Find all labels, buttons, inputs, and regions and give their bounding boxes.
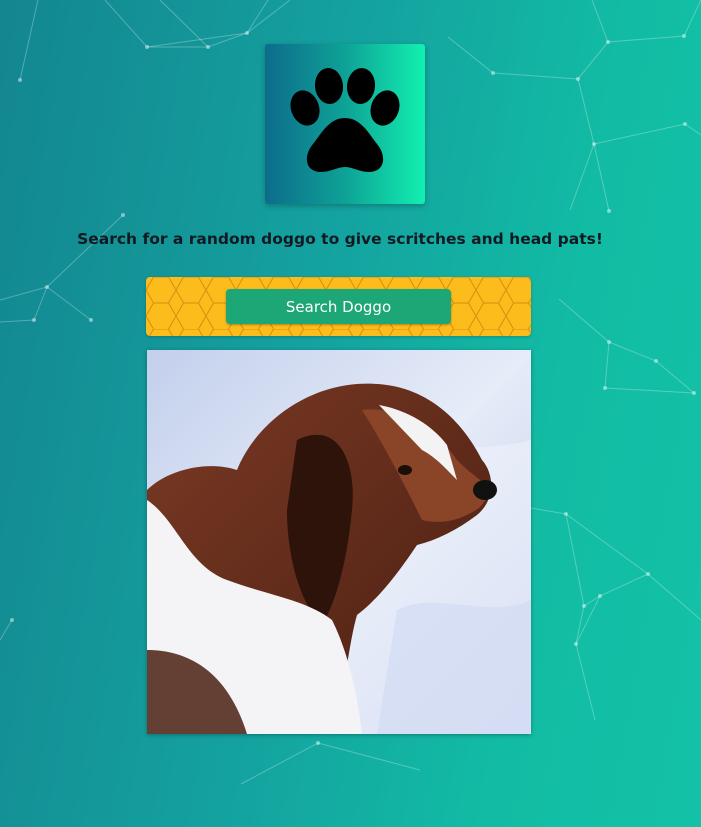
search-bar: Search Doggo — [146, 277, 531, 336]
tagline: Search for a random doggo to give scritc… — [77, 230, 603, 248]
dog-image — [147, 350, 531, 734]
logo-card — [265, 44, 425, 204]
paw-print-icon — [290, 68, 400, 172]
search-doggo-button[interactable]: Search Doggo — [226, 289, 451, 324]
